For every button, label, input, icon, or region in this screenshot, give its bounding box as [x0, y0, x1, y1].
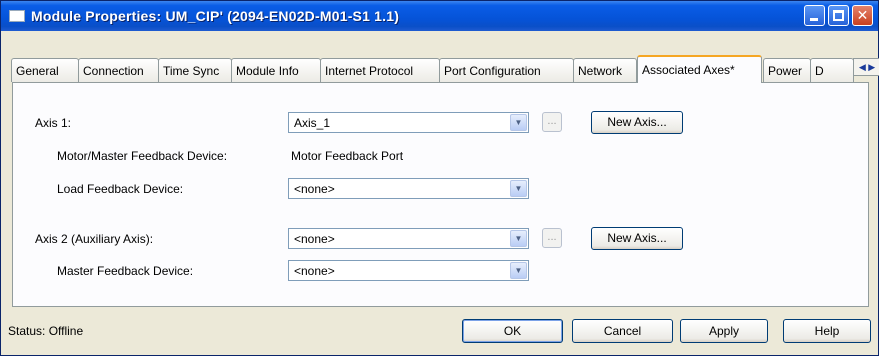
- axis1-new-axis-button[interactable]: New Axis...: [591, 111, 683, 134]
- axis1-label: Axis 1:: [35, 116, 72, 130]
- maximize-button[interactable]: [828, 5, 849, 26]
- motor-feedback-value: Motor Feedback Port: [291, 149, 404, 163]
- title-bar[interactable]: Module Properties: UM_CIP' (2094-EN02D-M…: [1, 1, 878, 31]
- ok-button[interactable]: OK: [462, 319, 563, 343]
- associated-axes-panel: Axis 1: Axis_1 ▼ ... New Axis... Motor/M…: [12, 82, 869, 307]
- master-feedback-select[interactable]: <none> ▼: [288, 260, 529, 281]
- tab-power[interactable]: Power: [763, 58, 811, 82]
- master-feedback-label: Master Feedback Device:: [57, 264, 194, 278]
- tab-network[interactable]: Network: [573, 58, 637, 82]
- motor-feedback-label: Motor/Master Feedback Device:: [57, 149, 228, 163]
- tab-scroll-buttons[interactable]: ◀ ▶: [853, 58, 879, 76]
- tab-associated-axes[interactable]: Associated Axes*: [637, 55, 762, 83]
- window-title: Module Properties: UM_CIP' (2094-EN02D-M…: [31, 8, 400, 24]
- cancel-button[interactable]: Cancel: [572, 319, 673, 343]
- scroll-left-icon[interactable]: ◀: [859, 62, 866, 72]
- master-feedback-value: <none>: [294, 264, 335, 278]
- scroll-right-icon[interactable]: ▶: [868, 62, 875, 72]
- axis2-value: <none>: [294, 232, 335, 246]
- load-feedback-value: <none>: [294, 182, 335, 196]
- axis2-label: Axis 2 (Auxiliary Axis):: [35, 232, 154, 246]
- status-text: Status: Offline: [8, 324, 84, 338]
- apply-button[interactable]: Apply: [680, 319, 768, 343]
- axis1-value: Axis_1: [294, 116, 331, 130]
- minimize-button[interactable]: [804, 5, 825, 26]
- module-properties-window: Module Properties: UM_CIP' (2094-EN02D-M…: [0, 0, 879, 356]
- minimize-icon: [810, 18, 818, 21]
- tab-port-configuration[interactable]: Port Configuration: [439, 58, 574, 82]
- tab-general[interactable]: General: [11, 58, 79, 82]
- chevron-down-icon[interactable]: ▼: [510, 180, 527, 197]
- maximize-icon: [833, 10, 844, 21]
- tab-d-truncated[interactable]: D: [810, 58, 854, 82]
- axis1-select[interactable]: Axis_1 ▼: [288, 112, 529, 133]
- tab-module-info[interactable]: Module Info: [231, 58, 321, 82]
- axis2-new-axis-button[interactable]: New Axis...: [591, 227, 683, 250]
- close-icon: ✕: [856, 7, 869, 23]
- tab-internet-protocol[interactable]: Internet Protocol: [320, 58, 440, 82]
- chevron-down-icon[interactable]: ▼: [510, 262, 527, 279]
- help-button[interactable]: Help: [783, 319, 871, 343]
- chevron-down-icon[interactable]: ▼: [510, 114, 527, 131]
- axis2-select[interactable]: <none> ▼: [288, 228, 529, 249]
- axis2-browse-button[interactable]: ...: [542, 228, 562, 248]
- tab-connection[interactable]: Connection: [78, 58, 159, 82]
- chevron-down-icon[interactable]: ▼: [510, 230, 527, 247]
- load-feedback-label: Load Feedback Device:: [57, 182, 184, 196]
- load-feedback-select[interactable]: <none> ▼: [288, 178, 529, 199]
- tab-time-sync[interactable]: Time Sync: [158, 58, 232, 82]
- window-icon: [9, 10, 25, 22]
- axis1-browse-button[interactable]: ...: [542, 112, 562, 132]
- close-button[interactable]: ✕: [852, 5, 873, 26]
